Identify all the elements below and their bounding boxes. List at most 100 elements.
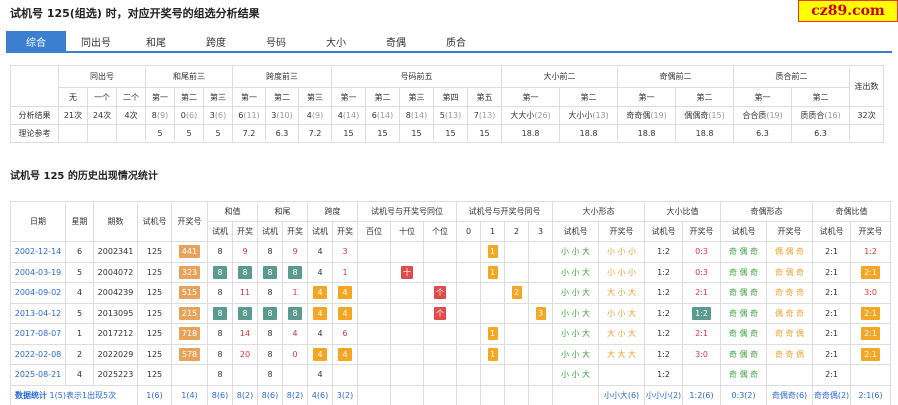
history-sub-header: 试机: [207, 221, 233, 242]
same-number-badge: 1: [487, 245, 498, 259]
history-cell: 2:1: [682, 323, 722, 345]
history-cell: 9: [232, 241, 258, 263]
tab-prime[interactable]: 质合: [426, 31, 486, 51]
history-cell: [528, 323, 554, 345]
summary-cell: 7.2: [232, 124, 267, 143]
history-cell: 小 小 大: [552, 282, 600, 304]
footer-cell: 0:3(2): [720, 384, 768, 405]
summary-cell: [87, 124, 117, 143]
history-cell: 441: [171, 241, 208, 263]
history-cell: [598, 364, 646, 386]
tab-span[interactable]: 跨度: [186, 31, 246, 51]
position-match-badge: 个: [434, 286, 446, 300]
history-cell: 2: [504, 282, 530, 304]
history-cell: 8: [257, 261, 283, 283]
history-cell: 2:1: [850, 261, 892, 283]
summary-count: (19): [650, 111, 667, 120]
history-cell: 0: [282, 343, 308, 365]
history-cell: 2:1: [850, 343, 892, 365]
summary-value: 大大小: [510, 111, 535, 120]
summary-sub-header: 第一: [617, 87, 677, 107]
history-cell: [528, 364, 554, 386]
summary-cell: 5: [203, 124, 234, 143]
site-logo[interactable]: cz89.com: [798, 0, 898, 22]
tab-same[interactable]: 同出号: [66, 31, 126, 51]
history-cell: [390, 302, 424, 324]
history-cell: 奇 偶 奇: [720, 261, 768, 283]
history-cell: 2:1: [812, 282, 852, 304]
match-badge: 4: [338, 306, 352, 320]
history-cell: [480, 364, 506, 386]
footer-cell: [390, 384, 424, 405]
history-sub-header: 试机号: [644, 221, 684, 242]
footer-cell: 8(2): [232, 384, 258, 405]
match-badge: 8: [288, 265, 302, 279]
history-cell: 11: [232, 282, 258, 304]
history-cell: [357, 323, 391, 345]
history-cell: 4: [307, 343, 333, 365]
summary-count: (9): [311, 111, 324, 120]
match-badge: 8: [213, 306, 227, 320]
history-cell: 125: [137, 261, 172, 283]
summary-sub-header: 第一: [331, 87, 367, 107]
summary-count: (15): [708, 111, 725, 120]
history-cell: 奇 奇 奇: [766, 282, 814, 304]
history-cell: [480, 302, 506, 324]
match-badge: 8: [263, 306, 277, 320]
summary-value: 15: [411, 129, 422, 138]
match-badge: 4: [338, 347, 352, 361]
footer-cell: 1(4): [171, 384, 208, 405]
tab-tail[interactable]: 和尾: [126, 31, 186, 51]
draw-number-badge: 215: [178, 306, 201, 320]
summary-cell: 24次: [87, 106, 117, 125]
history-sub-header: 百位: [357, 221, 391, 242]
match-badge: 4: [313, 306, 327, 320]
summary-cell: 偶偶奇(15): [675, 106, 735, 125]
history-cell: 1: [480, 323, 506, 345]
history-cell: 2:1: [850, 323, 892, 345]
history-cell: 1:2: [644, 323, 684, 345]
history-cell: 8: [207, 241, 233, 263]
history-cell: 奇 偶 奇: [720, 323, 768, 345]
history-cell: 小 小 小: [598, 241, 646, 263]
history-sub-header: 开奖号: [850, 221, 892, 242]
history-cell: [357, 364, 391, 386]
history-sub-header: 开奖: [232, 221, 258, 242]
history-cell: 2022029: [93, 343, 138, 365]
history-cell: 奇 偶 奇: [720, 241, 768, 263]
draw-number-badge: 441: [178, 245, 201, 259]
summary-sub-header: 第二: [365, 87, 401, 107]
ratio-match-badge: 2:1: [861, 327, 880, 341]
history-cell: 8: [207, 261, 233, 283]
history-cell: 3:0: [682, 343, 722, 365]
history-cell: 2022-02-08: [10, 343, 66, 365]
tab-parity[interactable]: 奇偶: [366, 31, 426, 51]
history-sub-header: 开奖: [282, 221, 308, 242]
footer-cell: [480, 384, 506, 405]
summary-cell: 15: [399, 124, 435, 143]
summary-value: 15: [445, 129, 456, 138]
history-cell: 8: [232, 302, 258, 324]
history-cell: 大 大 大: [598, 343, 646, 365]
footer-cell: [552, 384, 600, 405]
tab-size[interactable]: 大小: [306, 31, 366, 51]
summary-cell: 15: [331, 124, 367, 143]
history-cell: [480, 282, 506, 304]
summary-group-header: 跨度前三: [232, 65, 333, 88]
history-table: 日期 星期 期数 试机号 开奖号 和值 和尾 跨度 试机号与开奖号同位 试机号与开奖号同号 大小形态…: [10, 201, 892, 405]
summary-cell: 15: [467, 124, 503, 143]
history-cell: 4: [282, 323, 308, 345]
history-sub-header: 2: [504, 221, 530, 242]
tab-number[interactable]: 号码: [246, 31, 306, 51]
history-cell: 3: [332, 241, 358, 263]
draw-number-badge: 323: [178, 265, 201, 279]
tab-overview[interactable]: 综合: [6, 31, 66, 51]
summary-value: 21次: [63, 111, 83, 120]
history-cell: [456, 364, 482, 386]
history-cell: [528, 343, 554, 365]
history-cell: 125: [137, 343, 172, 365]
summary-cell: 7.2: [298, 124, 333, 143]
draw-number-badge: 578: [178, 347, 201, 361]
history-cell: 2017-08-07: [10, 323, 66, 345]
summary-sub-header: 第二: [791, 87, 851, 107]
